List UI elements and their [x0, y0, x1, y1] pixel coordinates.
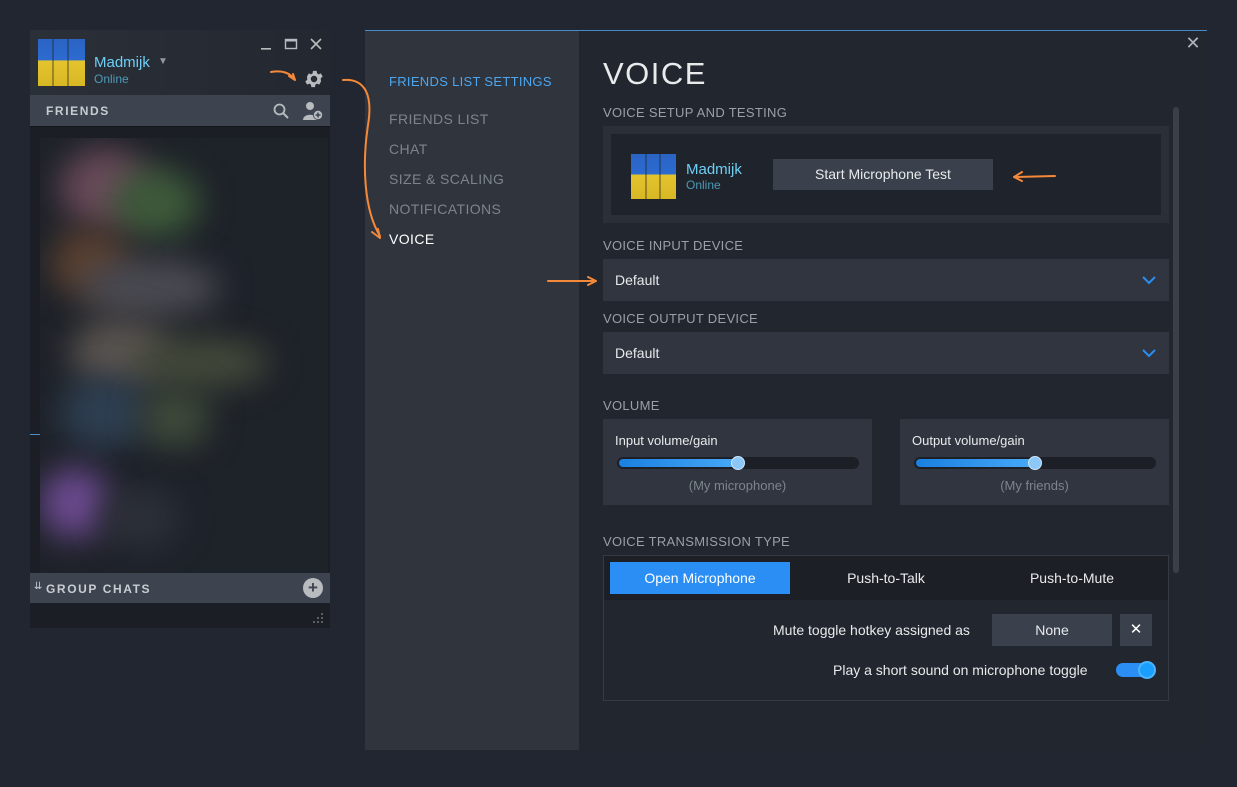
close-icon[interactable]: ✕	[1185, 33, 1201, 53]
slider-handle[interactable]	[1028, 456, 1042, 470]
section-voice-output-device: VOICE OUTPUT DEVICE	[603, 311, 758, 326]
blurred-avatar	[140, 388, 210, 448]
resize-grip-icon[interactable]	[311, 611, 325, 625]
blurred-avatar	[110, 168, 200, 238]
start-microphone-test-button[interactable]: Start Microphone Test	[773, 159, 993, 190]
friends-label: FRIENDS	[46, 104, 110, 118]
friends-bar: FRIENDS	[30, 95, 330, 127]
tab-push-to-mute[interactable]: Push-to-Mute	[982, 562, 1162, 594]
clear-hotkey-button[interactable]: ✕	[1120, 614, 1152, 646]
transmission-tabs: Open Microphone Push-to-Talk Push-to-Mut…	[604, 556, 1168, 600]
output-volume-caption: (My friends)	[1000, 478, 1069, 493]
nav-item-friends-list[interactable]: FRIENDS LIST	[389, 111, 489, 127]
hotkey-assign-button[interactable]: None	[992, 614, 1112, 646]
blurred-avatar	[80, 258, 220, 318]
username[interactable]: Madmijk	[94, 54, 150, 71]
slider-fill	[619, 459, 738, 467]
add-friend-icon[interactable]	[302, 100, 324, 122]
blurred-avatar	[40, 468, 110, 538]
user-status: Online	[686, 178, 721, 192]
tab-open-microphone[interactable]: Open Microphone	[610, 562, 790, 594]
selected-value: Default	[615, 345, 660, 361]
divider	[30, 434, 40, 435]
input-volume-caption: (My microphone)	[688, 478, 787, 493]
slider-handle[interactable]	[731, 456, 745, 470]
input-volume-label: Input volume/gain	[615, 433, 718, 448]
minimize-icon[interactable]	[256, 34, 276, 54]
settings-nav-heading: FRIENDS LIST SETTINGS	[389, 74, 552, 89]
sound-toggle-switch[interactable]	[1116, 661, 1156, 679]
voice-output-device-select[interactable]: Default	[603, 332, 1169, 374]
nav-item-size-scaling[interactable]: SIZE & SCALING	[389, 171, 504, 187]
blurred-avatar	[100, 488, 180, 548]
output-volume-slider[interactable]	[914, 456, 1156, 470]
add-group-chat-icon[interactable]: +	[303, 578, 323, 598]
input-volume-slider[interactable]	[617, 456, 859, 470]
section-volume: VOLUME	[603, 398, 660, 413]
sound-toggle-label: Play a short sound on microphone toggle	[833, 662, 1088, 678]
voice-input-device-select[interactable]: Default	[603, 259, 1169, 301]
settings-nav: FRIENDS LIST SETTINGS FRIENDS LIST CHAT …	[365, 31, 579, 750]
hotkey-label: Mute toggle hotkey assigned as	[773, 622, 970, 638]
section-voice-transmission: VOICE TRANSMISSION TYPE	[603, 534, 791, 549]
friends-panel: Madmijk ▼ Online FRIENDS ⇊ GROUP CHATS +	[30, 30, 330, 628]
nav-item-voice[interactable]: VOICE	[389, 231, 435, 247]
friends-panel-header: Madmijk ▼ Online	[30, 30, 330, 95]
page-title: VOICE	[603, 56, 707, 91]
blurred-avatar	[130, 338, 270, 388]
gear-icon[interactable]	[303, 68, 325, 90]
blurred-avatar	[60, 378, 150, 448]
close-icon[interactable]	[306, 34, 326, 54]
group-chats-bar[interactable]: ⇊ GROUP CHATS +	[30, 573, 330, 603]
tab-push-to-talk[interactable]: Push-to-Talk	[796, 562, 976, 594]
friends-list-blurred	[40, 138, 328, 573]
avatar	[631, 154, 676, 199]
section-voice-input-device: VOICE INPUT DEVICE	[603, 238, 744, 253]
toggle-knob[interactable]	[1138, 661, 1156, 679]
avatar[interactable]	[38, 39, 85, 86]
section-voice-setup: VOICE SETUP AND TESTING	[603, 105, 788, 120]
input-volume-panel: Input volume/gain (My microphone)	[603, 419, 872, 505]
output-volume-label: Output volume/gain	[912, 433, 1025, 448]
slider-fill	[916, 459, 1035, 467]
group-chats-label: GROUP CHATS	[46, 582, 152, 596]
chevron-down-icon[interactable]: ▼	[158, 56, 168, 67]
chevron-down-icon[interactable]	[1141, 346, 1157, 360]
maximize-icon[interactable]	[281, 34, 301, 54]
selected-value: Default	[615, 272, 660, 288]
username: Madmijk	[686, 161, 742, 178]
output-volume-panel: Output volume/gain (My friends)	[900, 419, 1169, 505]
user-status: Online	[94, 72, 129, 86]
nav-item-chat[interactable]: CHAT	[389, 141, 428, 157]
chevron-down-icon[interactable]	[1141, 273, 1157, 287]
nav-item-notifications[interactable]: NOTIFICATIONS	[389, 201, 501, 217]
chevron-double-down-icon[interactable]: ⇊	[34, 581, 42, 592]
search-icon[interactable]	[272, 102, 290, 120]
scrollbar[interactable]	[1173, 107, 1179, 573]
